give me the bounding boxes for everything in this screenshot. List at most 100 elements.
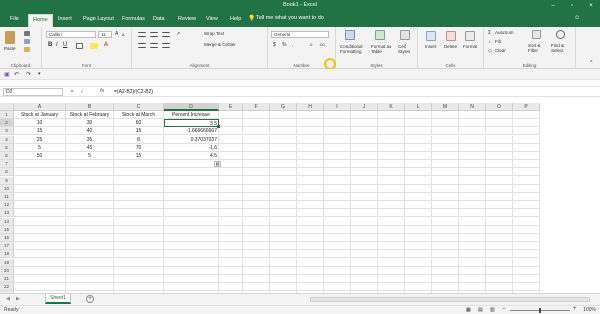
- cell[interactable]: 15: [114, 127, 164, 136]
- cell[interactable]: 10: [14, 119, 66, 128]
- cell[interactable]: [66, 250, 114, 259]
- cell[interactable]: [14, 217, 66, 226]
- cell[interactable]: [270, 168, 297, 177]
- cell[interactable]: [405, 127, 432, 136]
- cell[interactable]: [351, 225, 378, 234]
- tab-file[interactable]: File: [6, 14, 23, 27]
- cell[interactable]: [297, 193, 324, 201]
- row-header[interactable]: 1: [0, 111, 14, 119]
- cell[interactable]: [351, 152, 378, 160]
- cell[interactable]: [219, 193, 243, 201]
- cell[interactable]: [297, 111, 324, 119]
- column-header[interactable]: D: [164, 103, 219, 111]
- cell[interactable]: [378, 258, 405, 267]
- cell[interactable]: [405, 184, 432, 193]
- cell[interactable]: [270, 217, 297, 226]
- cell[interactable]: [219, 111, 243, 119]
- cell[interactable]: [459, 209, 486, 218]
- cell[interactable]: [14, 176, 66, 185]
- cell[interactable]: Stock at March: [114, 111, 164, 119]
- cell[interactable]: [297, 250, 324, 259]
- cell[interactable]: [14, 193, 66, 201]
- tab-review[interactable]: Review: [174, 14, 200, 27]
- conditional-formatting-button[interactable]: Conditional Formatting: [340, 44, 366, 54]
- cell[interactable]: [378, 250, 405, 259]
- cell[interactable]: [324, 217, 351, 226]
- cell[interactable]: [14, 283, 66, 292]
- cell[interactable]: [297, 176, 324, 185]
- add-sheet-button[interactable]: +: [86, 295, 94, 303]
- cell[interactable]: 70: [114, 143, 164, 152]
- cell[interactable]: [243, 168, 270, 177]
- row-header[interactable]: 20: [0, 266, 14, 275]
- row-header[interactable]: 21: [0, 275, 14, 283]
- row-header[interactable]: 22: [0, 283, 14, 292]
- merge-center-button[interactable]: Merge & Center: [204, 42, 236, 47]
- clear-button[interactable]: Clear: [495, 48, 506, 53]
- cell[interactable]: [324, 168, 351, 177]
- find-select-button[interactable]: Find & Select: [551, 43, 573, 53]
- cell[interactable]: [219, 201, 243, 210]
- autosum-button[interactable]: AutoSum: [495, 30, 514, 35]
- row-header[interactable]: 11: [0, 193, 14, 201]
- format-as-table-button[interactable]: Format as Table: [371, 44, 393, 54]
- cell[interactable]: [432, 168, 459, 177]
- cell[interactable]: [114, 242, 164, 251]
- row-header[interactable]: 3: [0, 127, 14, 136]
- cell[interactable]: [243, 184, 270, 193]
- cell[interactable]: [459, 225, 486, 234]
- cell[interactable]: [513, 217, 540, 226]
- cell[interactable]: [219, 225, 243, 234]
- cell[interactable]: [378, 242, 405, 251]
- row-header[interactable]: 7: [0, 160, 14, 169]
- decrease-font-icon[interactable]: A: [122, 32, 125, 37]
- conditional-formatting-icon[interactable]: [345, 30, 355, 40]
- cell[interactable]: [513, 184, 540, 193]
- cell[interactable]: [66, 176, 114, 185]
- cell[interactable]: [14, 209, 66, 218]
- bold-icon[interactable]: B: [48, 42, 52, 48]
- cell[interactable]: [378, 119, 405, 128]
- align-left-icon[interactable]: [138, 43, 146, 48]
- cell[interactable]: 0.37037037: [164, 135, 219, 144]
- cell[interactable]: [297, 217, 324, 226]
- align-top-icon[interactable]: [138, 32, 146, 37]
- cell[interactable]: 5: [14, 143, 66, 152]
- cell[interactable]: [324, 160, 351, 169]
- insert-function-icon[interactable]: fx: [100, 88, 104, 94]
- cell[interactable]: [219, 119, 243, 128]
- cell[interactable]: [324, 242, 351, 251]
- cell[interactable]: [432, 160, 459, 169]
- cell[interactable]: [297, 242, 324, 251]
- cell[interactable]: [219, 135, 243, 144]
- tab-page-layout[interactable]: Page Layout: [79, 14, 118, 27]
- cell[interactable]: [378, 176, 405, 185]
- cell[interactable]: [486, 184, 513, 193]
- cell[interactable]: [432, 250, 459, 259]
- cell[interactable]: [219, 234, 243, 242]
- normal-view-icon[interactable]: ▦: [466, 307, 471, 313]
- cell[interactable]: [351, 209, 378, 218]
- cell[interactable]: 4.5: [164, 152, 219, 160]
- cell[interactable]: [66, 258, 114, 267]
- column-header[interactable]: I: [324, 103, 351, 111]
- cell[interactable]: [219, 127, 243, 136]
- align-bottom-icon[interactable]: [162, 32, 170, 37]
- cell[interactable]: [378, 234, 405, 242]
- cell[interactable]: [297, 258, 324, 267]
- cell[interactable]: [351, 160, 378, 169]
- zoom-in-icon[interactable]: +: [573, 306, 577, 312]
- cell[interactable]: [114, 234, 164, 242]
- cell[interactable]: [405, 111, 432, 119]
- cell[interactable]: [66, 201, 114, 210]
- cell[interactable]: [66, 160, 114, 169]
- collapse-ribbon-icon[interactable]: ^: [590, 60, 592, 66]
- cell[interactable]: [270, 283, 297, 292]
- cell[interactable]: [297, 266, 324, 275]
- cell[interactable]: [405, 250, 432, 259]
- column-header[interactable]: O: [486, 103, 513, 111]
- cell[interactable]: [513, 168, 540, 177]
- cell[interactable]: [164, 209, 219, 218]
- cell[interactable]: [243, 275, 270, 283]
- cell[interactable]: [459, 201, 486, 210]
